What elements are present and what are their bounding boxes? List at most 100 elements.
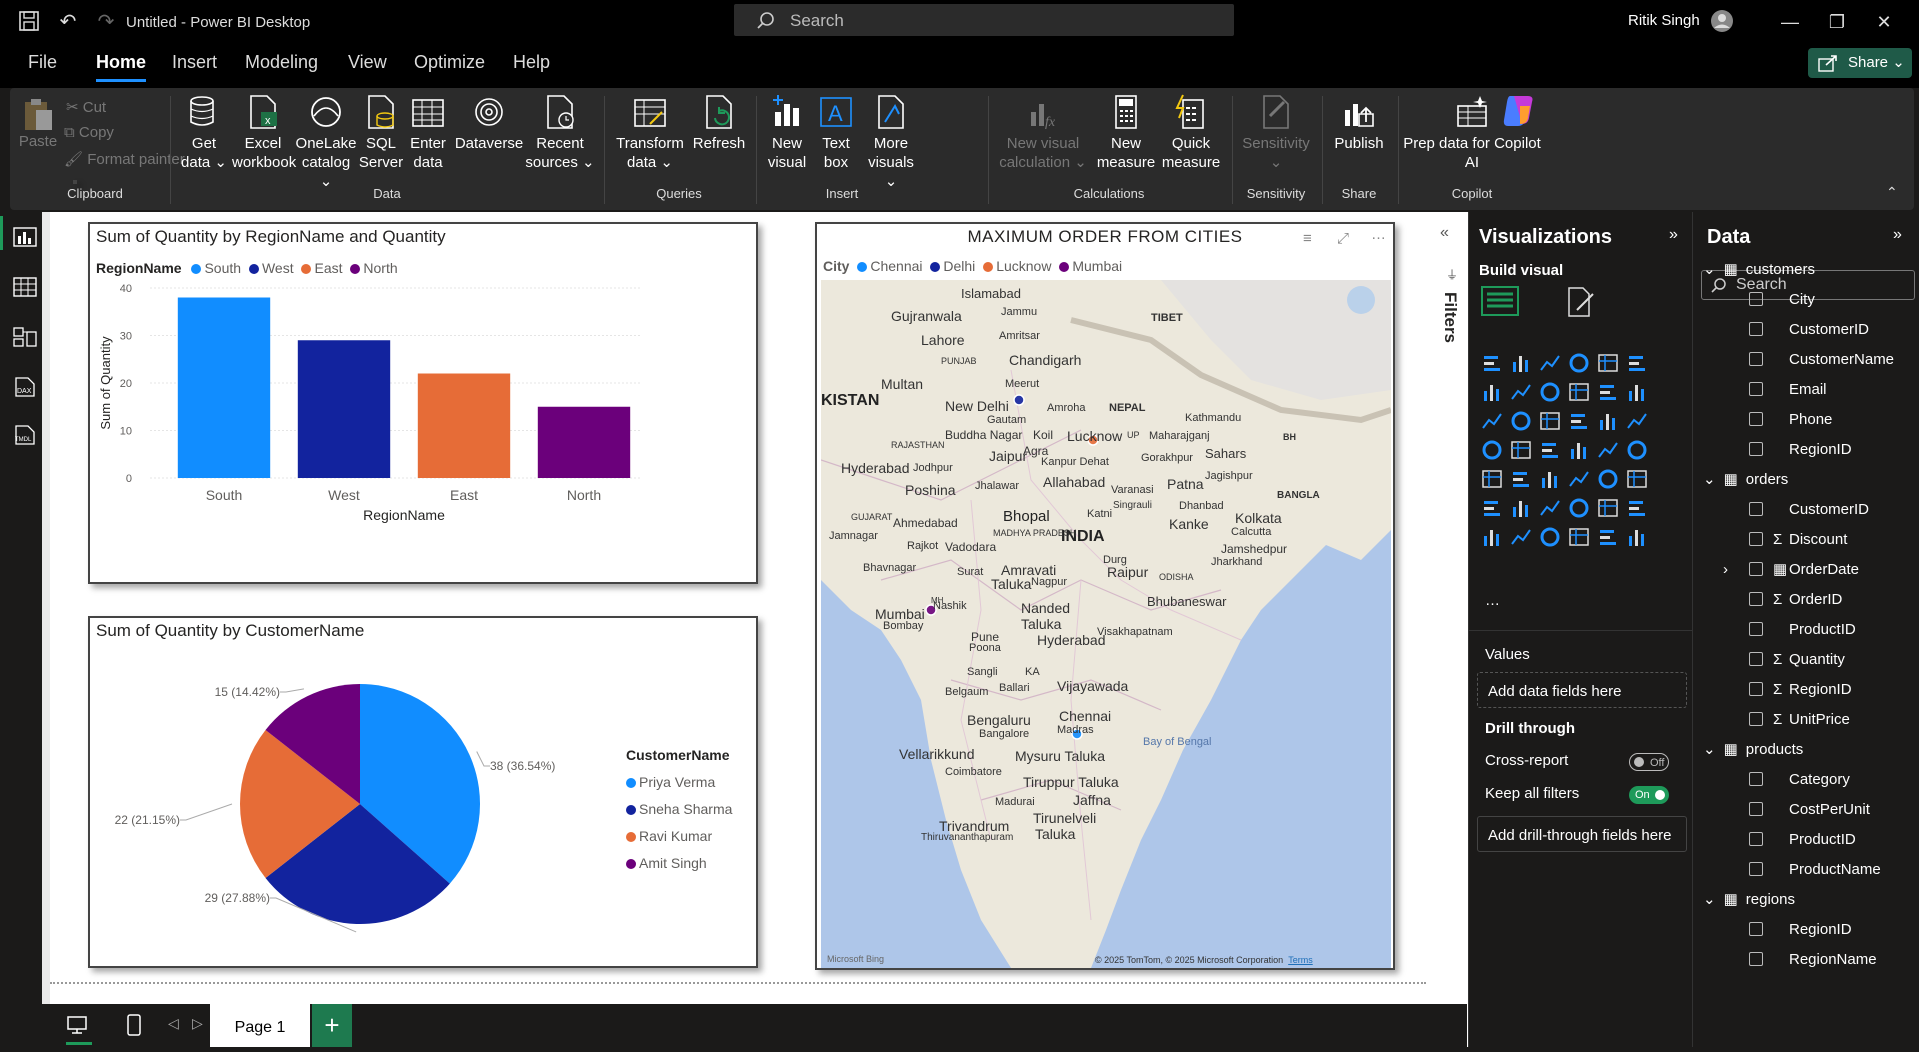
- publish-button[interactable]: Publish: [1326, 94, 1392, 153]
- visual-type-icon[interactable]: [1510, 352, 1536, 376]
- visual-type-icon[interactable]: [1626, 526, 1652, 550]
- keep-filters-toggle[interactable]: On: [1629, 786, 1669, 804]
- visual-type-icon[interactable]: [1539, 497, 1565, 521]
- field-checkbox[interactable]: [1749, 532, 1763, 546]
- visual-type-icon[interactable]: [1597, 410, 1623, 434]
- field-customerid[interactable]: CustomerID: [1749, 318, 1869, 342]
- field-checkbox[interactable]: [1749, 592, 1763, 606]
- field-checkbox[interactable]: [1749, 682, 1763, 696]
- visual-type-icon[interactable]: [1597, 352, 1623, 376]
- mobile-layout-icon[interactable]: [126, 1013, 142, 1037]
- visual-type-icon[interactable]: [1568, 497, 1594, 521]
- visual-type-icon[interactable]: [1568, 468, 1594, 492]
- field-unitprice[interactable]: Σ UnitPrice: [1749, 708, 1850, 732]
- visual-type-icon[interactable]: [1597, 497, 1623, 521]
- field-discount[interactable]: Σ Discount: [1749, 528, 1847, 552]
- visual-type-icon[interactable]: [1568, 352, 1594, 376]
- visual-type-icon[interactable]: [1510, 526, 1536, 550]
- report-view-icon[interactable]: [12, 226, 38, 248]
- pie-chart-visual[interactable]: Sum of Quantity by CustomerName 38 (36.5…: [88, 616, 758, 968]
- chevron-down-icon[interactable]: ⌄: [1703, 471, 1716, 488]
- close-icon[interactable]: ✕: [1870, 10, 1898, 34]
- field-checkbox[interactable]: [1749, 832, 1763, 846]
- table-products[interactable]: ⌄ ▦ products: [1703, 738, 1803, 762]
- visual-type-icon[interactable]: [1510, 468, 1536, 492]
- field-checkbox[interactable]: [1749, 922, 1763, 936]
- save-icon[interactable]: [18, 10, 42, 34]
- field-checkbox[interactable]: [1749, 562, 1763, 576]
- collapse-ribbon-icon[interactable]: ⌃: [1886, 184, 1898, 201]
- field-checkbox[interactable]: [1749, 622, 1763, 636]
- model-view-icon[interactable]: [12, 326, 38, 348]
- visual-type-icon[interactable]: [1597, 526, 1623, 550]
- chevron-down-icon[interactable]: ⌄: [1703, 261, 1716, 278]
- field-checkbox[interactable]: [1749, 502, 1763, 516]
- field-checkbox[interactable]: [1749, 322, 1763, 336]
- table-regions[interactable]: ⌄ ▦ regions: [1703, 888, 1795, 912]
- visual-type-icon[interactable]: [1510, 497, 1536, 521]
- chevron-right-icon[interactable]: ›: [1723, 558, 1728, 582]
- visual-type-icon[interactable]: [1539, 410, 1565, 434]
- prev-page-icon[interactable]: ◁: [168, 1015, 179, 1032]
- field-productname[interactable]: ProductName: [1749, 858, 1881, 882]
- field-costperunit[interactable]: CostPerUnit: [1749, 798, 1870, 822]
- field-regionid[interactable]: RegionID: [1749, 918, 1852, 942]
- new-visual-calculation-button[interactable]: fx New visual calculation ⌄: [994, 94, 1092, 172]
- transform-data-button[interactable]: Transform data ⌄: [610, 94, 690, 172]
- visual-type-icon[interactable]: [1481, 526, 1507, 550]
- field-phone[interactable]: Phone: [1749, 408, 1832, 432]
- field-quantity[interactable]: Σ Quantity: [1749, 648, 1845, 672]
- bar-chart-visual[interactable]: Sum of Quantity by RegionName and Quanti…: [88, 222, 758, 584]
- visual-type-icon[interactable]: [1481, 439, 1507, 463]
- field-checkbox[interactable]: [1749, 802, 1763, 816]
- maximize-icon[interactable]: ❐: [1823, 10, 1851, 34]
- visual-type-icon[interactable]: [1481, 352, 1507, 376]
- redo-icon[interactable]: ↷: [94, 10, 118, 34]
- paste-button[interactable]: Paste: [16, 96, 60, 151]
- drill-through-well[interactable]: Add drill-through fields here: [1477, 816, 1687, 852]
- field-customerid[interactable]: CustomerID: [1749, 498, 1869, 522]
- visual-type-icon[interactable]: [1568, 439, 1594, 463]
- field-checkbox[interactable]: [1749, 352, 1763, 366]
- menu-modeling[interactable]: Modeling: [245, 52, 318, 73]
- new-visual-button[interactable]: New visual: [762, 94, 812, 172]
- more-visuals-button[interactable]: More visuals ⌄: [860, 94, 922, 191]
- visual-type-icon[interactable]: [1568, 381, 1594, 405]
- field-checkbox[interactable]: [1749, 862, 1763, 876]
- desktop-layout-icon[interactable]: [66, 1014, 88, 1036]
- copy-button[interactable]: ⧉ Copy: [64, 124, 114, 141]
- chevron-down-icon[interactable]: ⌄: [1703, 741, 1716, 758]
- excel-workbook-button[interactable]: x Excel workbook: [232, 94, 296, 172]
- sql-server-button[interactable]: SQL Server: [356, 94, 406, 172]
- filters-pane-collapsed[interactable]: « ⏚ Filters: [1426, 212, 1468, 1047]
- visual-type-icon[interactable]: [1568, 410, 1594, 434]
- menu-help[interactable]: Help: [513, 52, 550, 73]
- get-data-button[interactable]: Get data ⌄: [178, 94, 230, 172]
- visual-type-icon[interactable]: [1510, 410, 1536, 434]
- field-orderdate[interactable]: › ▦ OrderDate: [1723, 558, 1859, 582]
- field-regionid[interactable]: Σ RegionID: [1749, 678, 1852, 702]
- new-measure-button[interactable]: New measure: [1094, 94, 1158, 172]
- visual-type-icon[interactable]: [1481, 497, 1507, 521]
- cross-report-toggle[interactable]: Off: [1629, 753, 1669, 771]
- copilot-button[interactable]: [1496, 92, 1540, 132]
- visual-type-icon[interactable]: [1481, 381, 1507, 405]
- search-input[interactable]: Search: [734, 4, 1234, 36]
- field-orderid[interactable]: Σ OrderID: [1749, 588, 1842, 612]
- build-visual-tab-icon[interactable]: [1481, 286, 1519, 320]
- page-tab-1[interactable]: Page 1: [210, 1004, 310, 1047]
- field-checkbox[interactable]: [1749, 412, 1763, 426]
- dax-query-view-icon[interactable]: DAX: [12, 376, 38, 398]
- more-visual-types-icon[interactable]: …: [1485, 592, 1500, 609]
- field-checkbox[interactable]: [1749, 712, 1763, 726]
- menu-view[interactable]: View: [348, 52, 387, 73]
- dataverse-button[interactable]: Dataverse: [452, 94, 526, 153]
- focus-mode-icon[interactable]: ⤢: [1337, 230, 1349, 247]
- expand-filters-icon[interactable]: «: [1440, 224, 1449, 242]
- collapse-viz-icon[interactable]: »: [1669, 226, 1678, 244]
- refresh-button[interactable]: Refresh: [690, 94, 748, 153]
- table-view-icon[interactable]: [12, 276, 38, 298]
- field-customername[interactable]: CustomerName: [1749, 348, 1894, 372]
- chevron-down-icon[interactable]: ⌄: [1703, 891, 1716, 908]
- share-button[interactable]: Share ⌄: [1808, 48, 1912, 78]
